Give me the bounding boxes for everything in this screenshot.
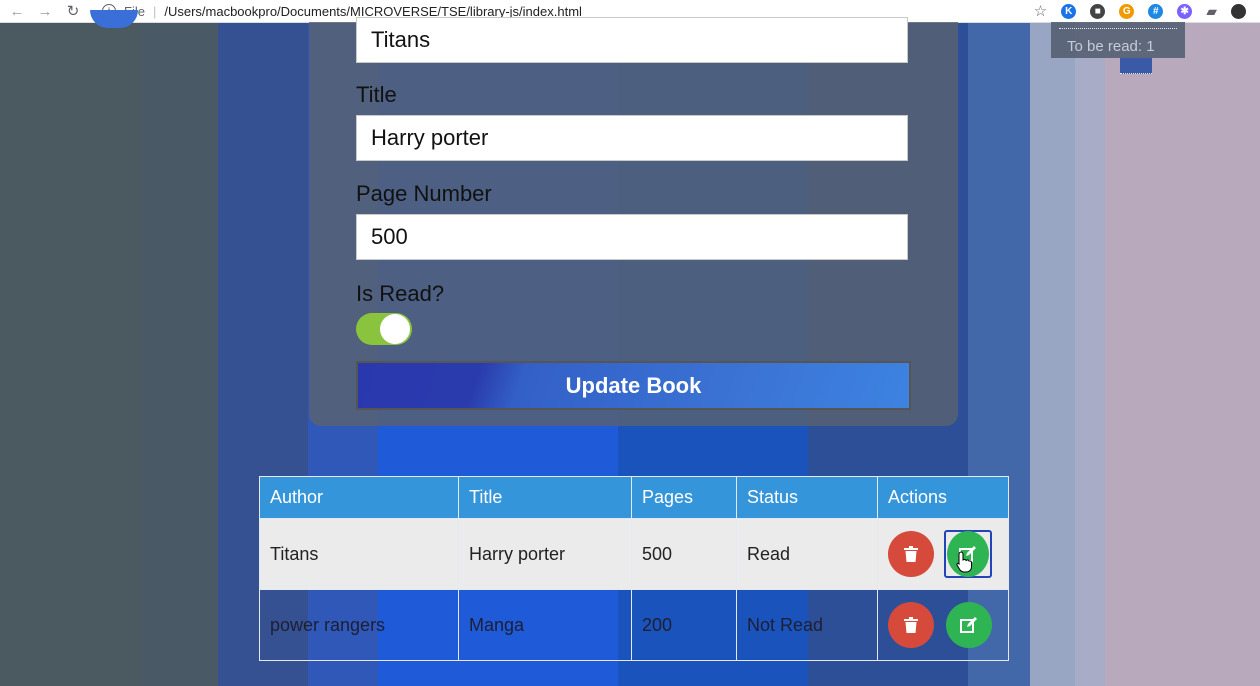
cell-status: Not Read [736,589,878,661]
cell-title: Manga [458,589,632,661]
cell-actions [877,589,1009,661]
cell-pages: 200 [631,589,737,661]
extension-icon[interactable]: # [1148,3,1164,19]
title-input[interactable]: Harry porter [356,115,908,161]
extension-icon[interactable]: K [1061,3,1077,19]
delete-button[interactable] [888,602,934,648]
puzzle-icon[interactable]: ▰ [1206,3,1217,20]
column-header-status: Status [736,476,878,519]
page-number-input[interactable]: 500 [356,214,908,260]
forward-icon[interactable]: → [34,3,56,20]
cell-actions [877,518,1009,590]
cell-author: Titans [259,518,459,590]
table-header-row: Author Title Pages Status Actions [259,476,1009,519]
reload-icon[interactable]: ↻ [62,2,84,20]
background-stripe [140,22,218,686]
table-row: Titans Harry porter 500 Read [259,518,1009,590]
title-label: Title [356,82,397,107]
update-book-button[interactable]: Update Book [356,361,911,410]
trash-icon [904,617,918,633]
profile-avatar[interactable] [1231,3,1246,19]
back-icon[interactable]: ← [6,3,28,20]
to-be-read-counter: To be read: 1 [1051,22,1185,58]
bookmark-star-icon[interactable]: ☆ [1034,2,1047,20]
background-stripe [0,22,140,686]
url-separator: | [152,3,157,19]
author-input[interactable]: Titans [356,17,908,63]
books-table: Author Title Pages Status Actions Titans… [259,476,1009,661]
toggle-knob [380,314,410,344]
trash-icon [904,546,918,562]
is-read-label: Is Read? [356,281,445,306]
edit-button[interactable] [946,602,992,648]
is-read-toggle[interactable] [356,313,412,345]
cell-author: power rangers [259,589,459,661]
extensions-area: ☆ K ■ G # ✱ ▰ [1034,0,1246,22]
background-stripe [1075,22,1105,686]
table-row: power rangers Manga 200 Not Read [259,589,1009,661]
cell-pages: 500 [631,518,737,590]
extension-icon[interactable]: ■ [1090,3,1106,19]
column-header-author: Author [259,476,459,519]
column-header-pages: Pages [631,476,737,519]
cell-title: Harry porter [458,518,632,590]
cell-status: Read [736,518,878,590]
delete-button[interactable] [888,531,934,577]
pointer-cursor-icon [956,551,972,573]
edit-icon [960,617,977,633]
background-stripe [1105,22,1260,686]
background-stripe [1030,22,1075,686]
column-header-title: Title [458,476,632,519]
column-header-actions: Actions [877,476,1009,519]
page-number-label: Page Number [356,181,492,206]
to-be-read-text: To be read: 1 [1067,38,1155,55]
divider [1059,28,1177,29]
counter-tab [1120,58,1152,74]
extension-icon[interactable]: G [1119,3,1135,19]
extension-icon[interactable]: ✱ [1177,3,1193,19]
